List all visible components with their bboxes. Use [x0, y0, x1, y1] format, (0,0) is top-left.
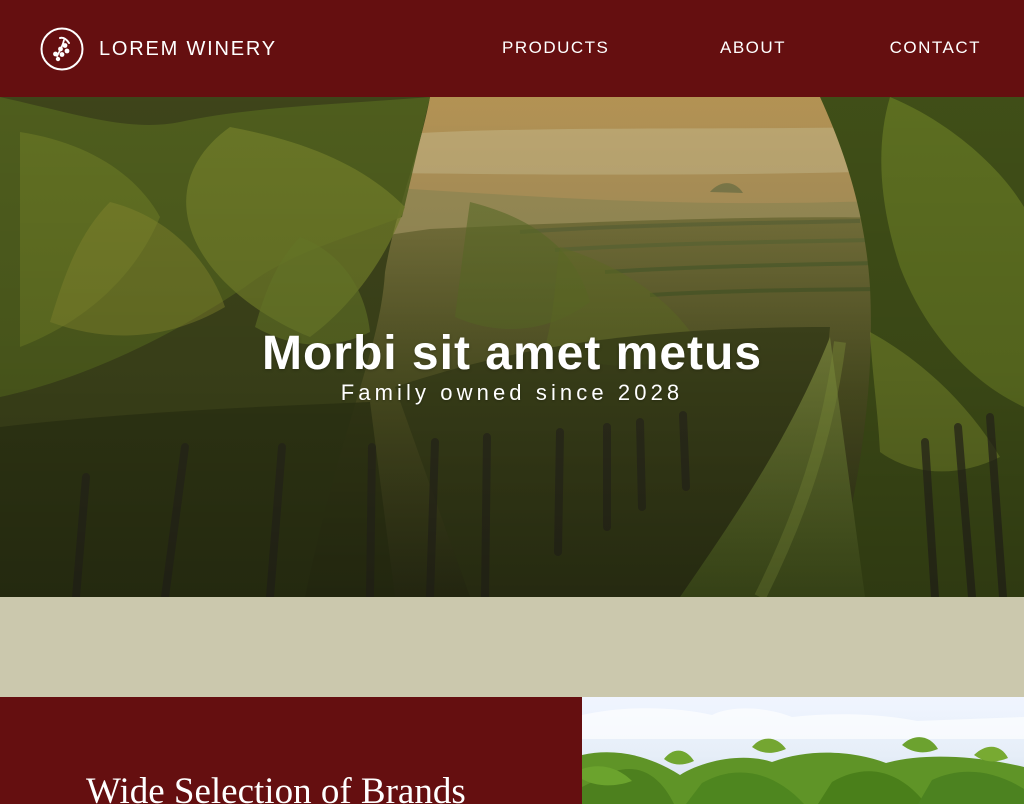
hero-subtitle: Family owned since 2028	[340, 380, 684, 405]
nav-about-link[interactable]: ABOUT	[720, 39, 786, 56]
vineyard-feature-photo	[582, 697, 1024, 804]
site-header: LOREM WINERY PRODUCTS ABOUT CONTACT	[0, 0, 1024, 97]
nav-products-link[interactable]: PRODUCTS	[502, 39, 609, 56]
hero-banner: Morbi sit amet metus Family owned since …	[0, 97, 1024, 597]
grape-cluster-icon	[40, 27, 84, 71]
winery-homepage: LOREM WINERY PRODUCTS ABOUT CONTACT Morb…	[0, 0, 1024, 804]
vineyard-feature-image	[582, 697, 1024, 804]
brand-home-link[interactable]: LOREM WINERY	[40, 26, 277, 72]
brand-selection-panel: Wide Selection of Brands	[0, 697, 582, 804]
hero-title: Morbi sit amet metus	[261, 327, 763, 381]
nav-contact-link[interactable]: CONTACT	[890, 39, 981, 56]
brand-name: LOREM WINERY	[99, 38, 277, 60]
beige-spacer-band	[0, 597, 1024, 697]
brand-selection-heading: Wide Selection of Brands	[86, 771, 466, 804]
